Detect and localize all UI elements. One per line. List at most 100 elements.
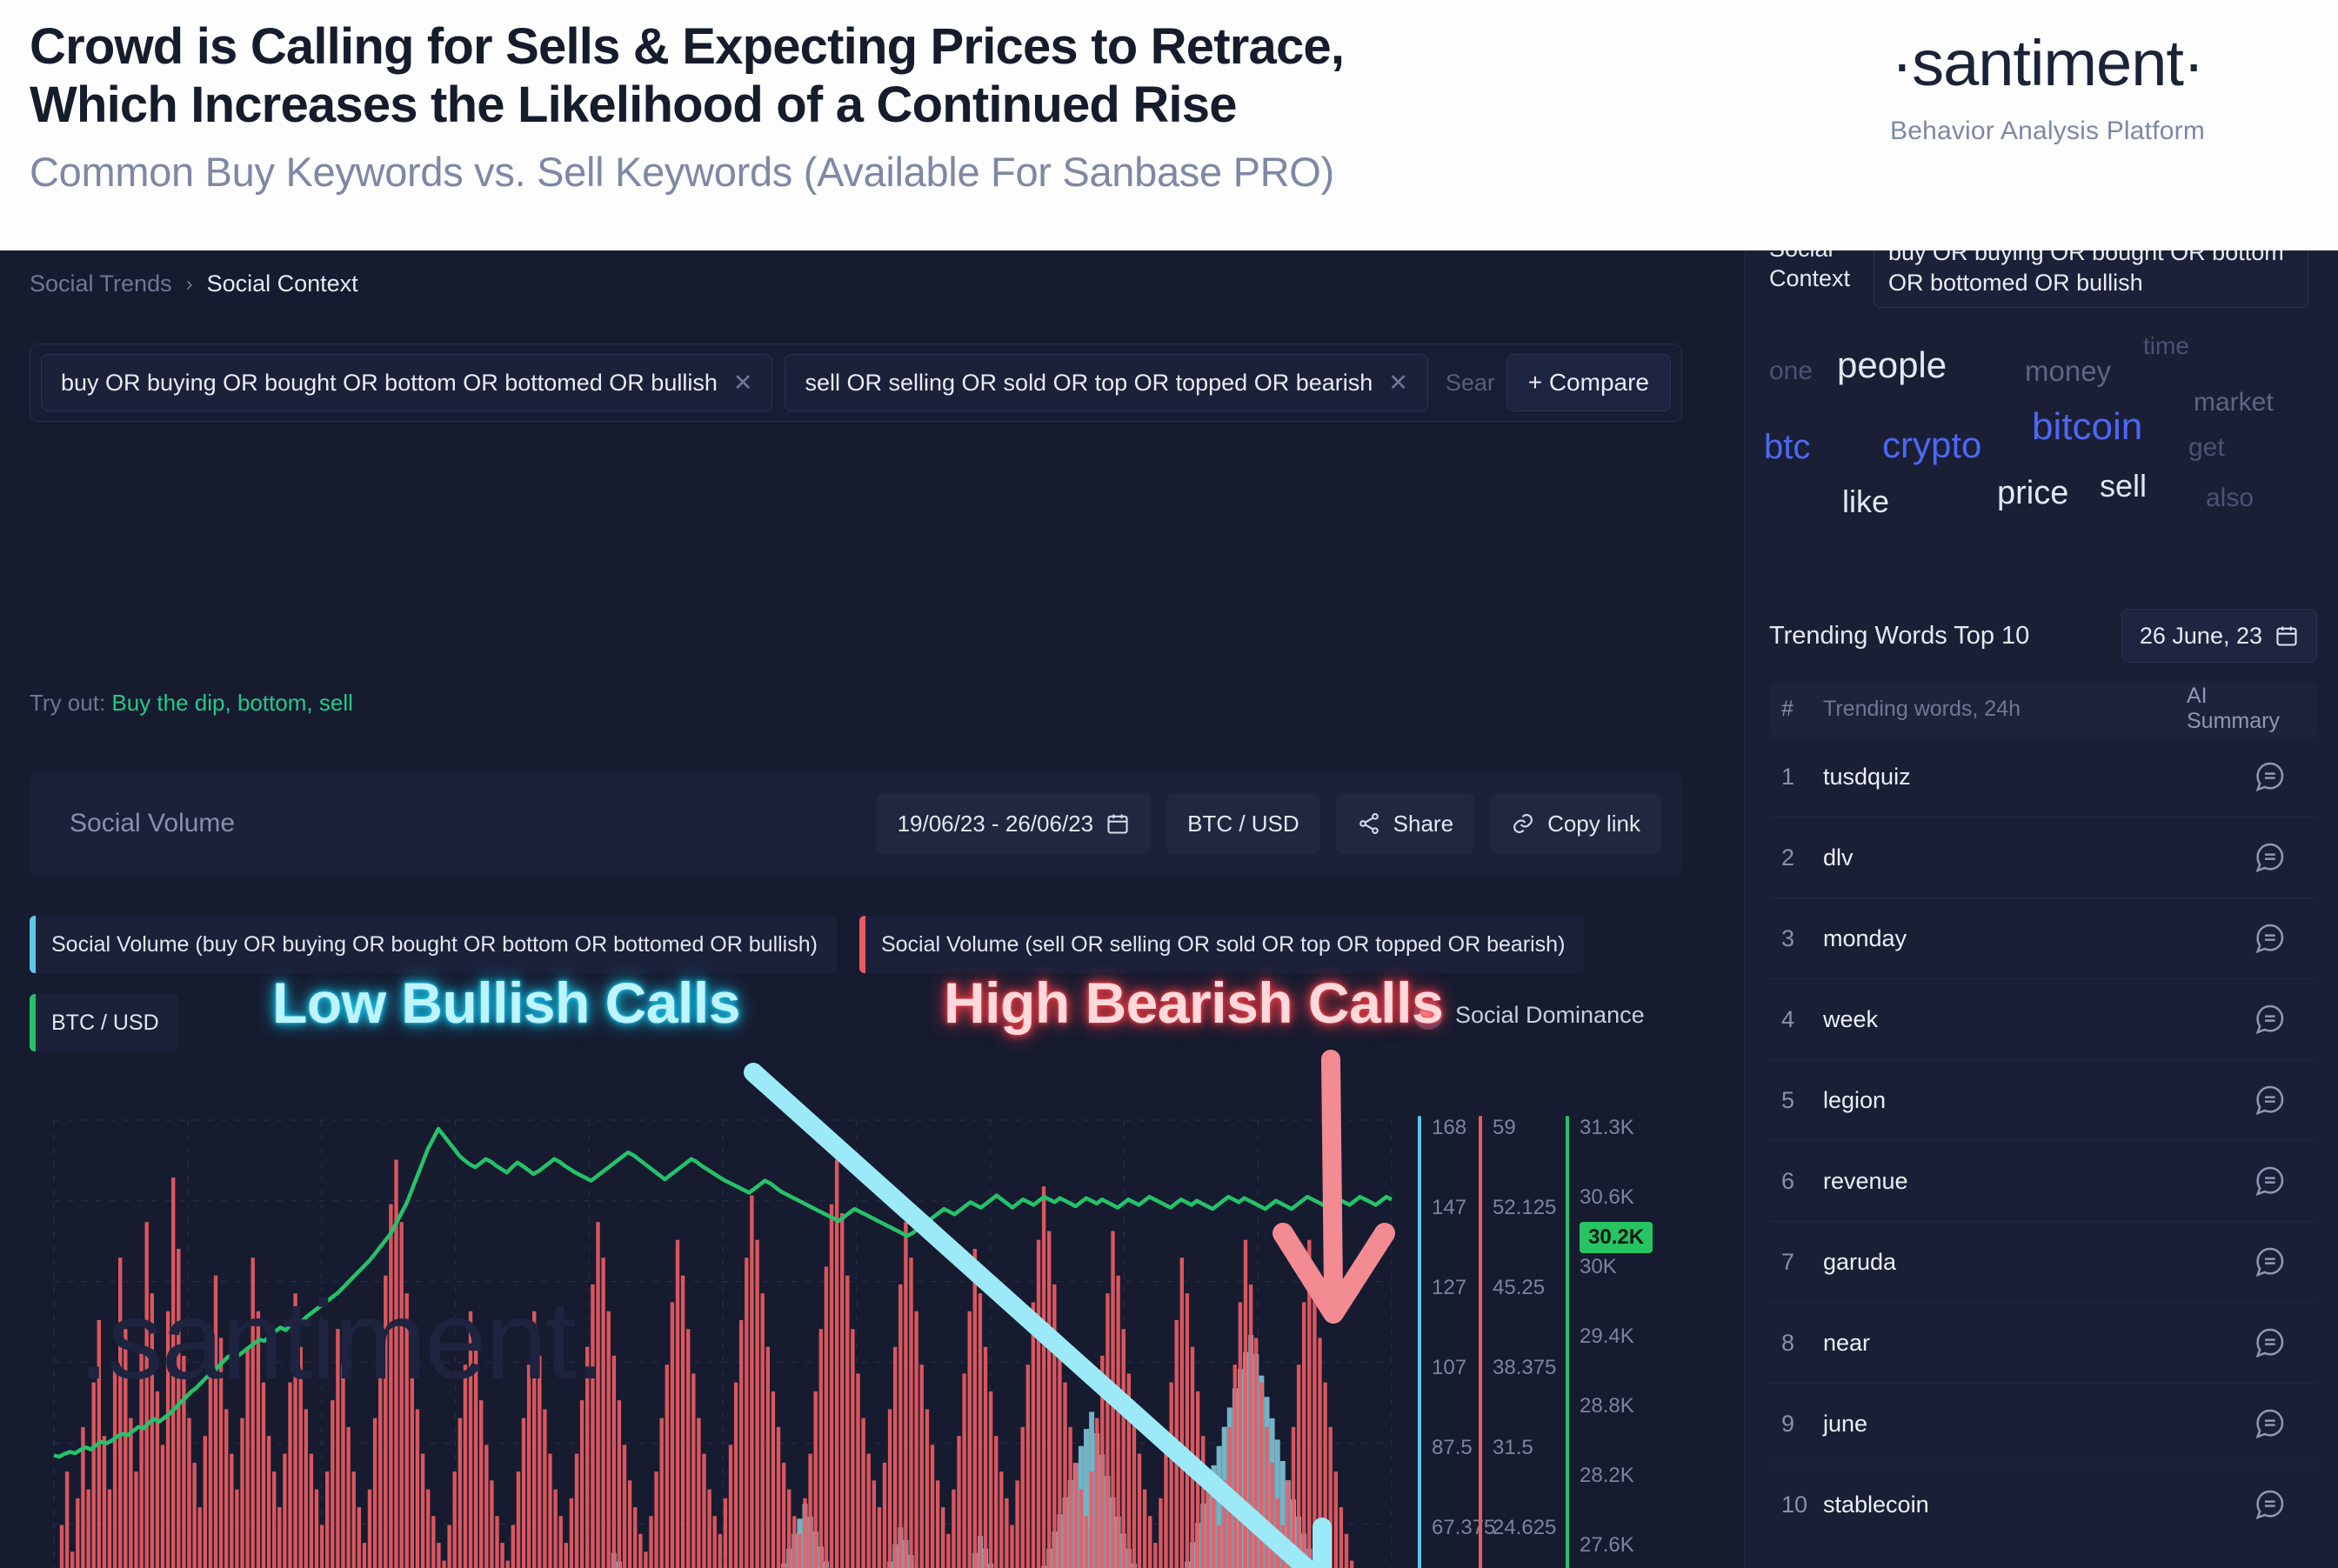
row-index: 7 xyxy=(1781,1248,1795,1275)
ai-summary-icon[interactable] xyxy=(2221,1083,2317,1118)
row-word: garuda xyxy=(1823,1248,1897,1275)
header-text-block: Crowd is Calling for Sells & Expecting P… xyxy=(30,17,1769,196)
table-row[interactable]: 4 week xyxy=(1769,978,2317,1059)
table-row[interactable]: 5 legion xyxy=(1769,1059,2317,1140)
screenshot-root: Crowd is Calling for Sells & Expecting P… xyxy=(0,0,2338,1568)
column-header-index: # xyxy=(1781,696,1794,721)
y-axis-tick: 31.3K xyxy=(1580,1116,1634,1139)
word-cloud-item[interactable]: market xyxy=(2194,388,2274,417)
table-row[interactable]: 7 garuda xyxy=(1769,1221,2317,1302)
table-row[interactable]: 2 dlv xyxy=(1769,817,2317,897)
app-body: Social Trends › Social Context buy OR bu… xyxy=(0,250,2338,1568)
word-cloud-item[interactable]: like xyxy=(1842,484,1889,520)
ai-summary-icon[interactable] xyxy=(2221,1487,2317,1522)
y-axis-line xyxy=(1479,1116,1482,1568)
table-body: 1 tusdquiz 2 dlv 3 monday 4 week 5 legion 6 revenue… xyxy=(1769,736,2317,1545)
row-word: revenue xyxy=(1823,1167,1908,1194)
ai-summary-icon[interactable] xyxy=(2221,1164,2317,1198)
ai-summary-icon[interactable] xyxy=(2221,1325,2317,1360)
y-axis-current-value-badge: 30.2K xyxy=(1580,1222,1653,1253)
table-row[interactable]: 9 june xyxy=(1769,1383,2317,1464)
ai-summary-icon[interactable] xyxy=(2221,921,2317,956)
y-axis-tick: 31.5 xyxy=(1493,1436,1533,1459)
row-word: monday xyxy=(1823,924,1907,951)
row-index: 8 xyxy=(1781,1329,1795,1356)
y-axis-tick: 127 xyxy=(1432,1276,1467,1299)
row-word: june xyxy=(1823,1410,1868,1437)
ai-summary-icon[interactable] xyxy=(2221,1002,2317,1037)
word-cloud-item[interactable]: people xyxy=(1837,344,1947,386)
word-cloud-item[interactable]: btc xyxy=(1764,428,1810,467)
row-index: 2 xyxy=(1781,844,1795,871)
trending-words-table: # Trending words, 24h AI Summary 1 tusdqu… xyxy=(1769,682,2317,1545)
word-cloud-item[interactable]: also xyxy=(2206,484,2254,513)
y-axis-tick: 67.375 xyxy=(1432,1516,1496,1539)
column-header-ai-summary: AI Summary xyxy=(2187,684,2280,733)
trending-words-header: Trending Words Top 10 26 June, 23 xyxy=(1769,609,2317,663)
trending-date-label: 26 June, 23 xyxy=(2139,622,2262,649)
word-cloud-item[interactable]: crypto xyxy=(1882,424,1981,466)
row-word: legion xyxy=(1823,1086,1887,1113)
y-axis-tick: 27.6K xyxy=(1580,1533,1634,1557)
trending-words-title: Trending Words Top 10 xyxy=(1769,621,2030,650)
ai-summary-icon[interactable] xyxy=(2221,1406,2317,1441)
trending-date-button[interactable]: 26 June, 23 xyxy=(2121,609,2317,663)
row-word: tusdquiz xyxy=(1823,763,1911,790)
row-index: 4 xyxy=(1781,1005,1795,1032)
y-axis-tick: 29.4K xyxy=(1580,1324,1634,1348)
right-sidebar: Social Context buy OR buying OR bought O… xyxy=(1744,250,2338,1568)
y-axis-tick: 107 xyxy=(1432,1356,1467,1379)
word-cloud-item[interactable]: price xyxy=(1997,475,2068,512)
y-axis-line xyxy=(1566,1116,1569,1568)
y-axis-tick: 28.8K xyxy=(1580,1394,1634,1418)
row-word: stablecoin xyxy=(1823,1491,1929,1518)
sidebar-breadcrumb: Social Context buy OR buying OR bought O… xyxy=(1769,250,2326,311)
y-axis-tick: 87.5 xyxy=(1432,1436,1473,1459)
y-axis-tick: 168 xyxy=(1432,1116,1467,1139)
y-axis-tick: 30K xyxy=(1580,1255,1617,1278)
ai-summary-icon[interactable] xyxy=(2221,840,2317,875)
row-word: near xyxy=(1823,1329,1871,1356)
row-word: week xyxy=(1823,1005,1879,1032)
table-row[interactable]: 6 revenue xyxy=(1769,1140,2317,1221)
word-cloud[interactable]: one people money time market bitcoin btc crypto… xyxy=(1745,332,2338,564)
row-index: 9 xyxy=(1781,1410,1795,1437)
y-axis-tick: 30.6K xyxy=(1580,1185,1634,1209)
ai-summary-icon[interactable] xyxy=(2221,1244,2317,1279)
word-cloud-item[interactable]: sell xyxy=(2100,468,2147,504)
brand-tagline: Behavior Analysis Platform xyxy=(1889,117,2206,145)
word-cloud-item[interactable]: one xyxy=(1769,357,1813,386)
page-title: Crowd is Calling for Sells & Expecting P… xyxy=(30,18,1345,134)
y-axis-tick: 45.25 xyxy=(1493,1276,1546,1299)
y-axis-tick: 28.2K xyxy=(1580,1464,1634,1487)
row-index: 3 xyxy=(1781,924,1795,951)
row-index: 5 xyxy=(1781,1086,1795,1113)
y-axis-tick: 24.625 xyxy=(1493,1516,1557,1539)
main-panel: Social Trends › Social Context buy OR bu… xyxy=(0,250,1744,1568)
annotation-high-bearish-calls: High Bearish Calls xyxy=(944,971,1444,1035)
row-word: dlv xyxy=(1823,844,1854,871)
word-cloud-item[interactable]: money xyxy=(2025,355,2111,388)
sidebar-keyword-chip[interactable]: buy OR buying OR bought OR bottom OR bot… xyxy=(1874,250,2308,309)
y-axis-tick: 38.375 xyxy=(1493,1356,1557,1379)
word-cloud-item[interactable]: bitcoin xyxy=(2032,405,2142,449)
y-axis-tick: 59 xyxy=(1493,1116,1516,1139)
page-subtitle: Common Buy Keywords vs. Sell Keywords (A… xyxy=(30,148,1334,195)
chart-y-axes: 16814712710787.567.37547.2527.125115952.… xyxy=(1418,1116,1731,1568)
table-header-row: # Trending words, 24h AI Summary xyxy=(1769,682,2317,736)
word-cloud-item[interactable]: get xyxy=(2188,433,2225,463)
word-cloud-item[interactable]: time xyxy=(2143,332,2189,360)
ai-summary-icon[interactable] xyxy=(2221,759,2317,794)
y-axis-line xyxy=(1418,1116,1421,1568)
annotation-low-bullish-calls: Low Bullish Calls xyxy=(272,971,740,1035)
y-axis-tick: 147 xyxy=(1432,1196,1467,1219)
table-row[interactable]: 3 monday xyxy=(1769,897,2317,978)
calendar-icon xyxy=(2275,624,2299,648)
sidebar-breadcrumb-label: Social Context xyxy=(1769,250,1851,291)
table-row[interactable]: 8 near xyxy=(1769,1302,2317,1383)
row-index: 10 xyxy=(1781,1491,1808,1518)
santiment-logo: ·santiment· xyxy=(1891,27,2204,99)
brand-block: ·santiment· Behavior Analysis Platform xyxy=(1787,31,2308,146)
table-row[interactable]: 10 stablecoin xyxy=(1769,1464,2317,1545)
table-row[interactable]: 1 tusdquiz xyxy=(1769,736,2317,817)
